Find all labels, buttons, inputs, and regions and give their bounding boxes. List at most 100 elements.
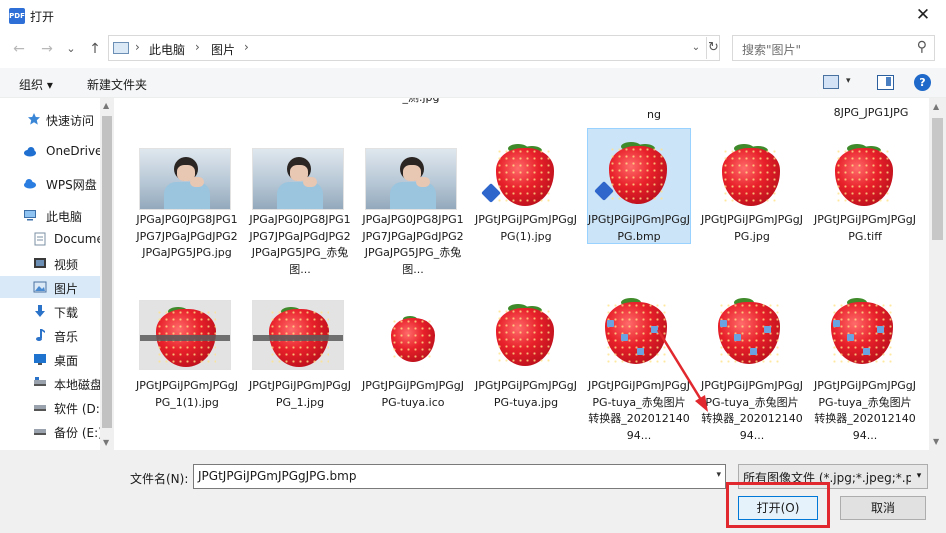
file-name: JPGtJPGiJPGmJPGgJPG-tuya_赤兔图片转换器_2020121… (588, 379, 690, 442)
filename-history-chevron-icon[interactable]: ▾ (716, 470, 721, 480)
strawberry-thumbnail (817, 138, 909, 210)
documents-icon (34, 232, 46, 246)
file-name: JPGtJPGiJPGmJPGgJPG(1).jpg (475, 213, 577, 243)
desktop-icon (34, 354, 46, 365)
command-toolbar: 组织 ▾ 新建文件夹 ▾ ? (0, 68, 946, 98)
video-icon (34, 258, 46, 268)
sidebar-item-label: 图片 (54, 282, 79, 296)
sidebar-item-label: WPS网盘 (46, 178, 97, 192)
address-bar[interactable]: › 此电脑 › 图片 › ⌄ ↻ (108, 35, 720, 61)
file-name: 8JPG_JPG1JPG (833, 106, 909, 119)
sidebar-item-label: 备份 (E:) (54, 426, 103, 440)
new-folder-button[interactable]: 新建文件夹 (87, 76, 147, 93)
navigation-pane: 快速访问 OneDrive WPS网盘 此电脑 Docume 视频 图片 下载 … (0, 98, 114, 450)
cloud-icon (24, 147, 36, 157)
breadcrumb-separator-icon: › (135, 40, 140, 54)
preview-pane-icon[interactable] (877, 75, 894, 90)
file-name: JPGtJPGiJPGmJPGgJPG_1(1).jpg (136, 379, 238, 409)
up-arrow-icon[interactable]: ↑ (84, 38, 106, 60)
strawberry-thumbnail (385, 314, 441, 366)
sidebar-item-local-disk[interactable]: 本地磁盘 (0, 372, 102, 394)
forward-arrow-icon[interactable]: → (36, 38, 58, 60)
strawberry-thumbnail (478, 300, 570, 370)
drive-icon (34, 405, 46, 411)
search-box[interactable]: 搜索"图片" ⚲ (732, 35, 935, 61)
strawberry-thumbnail (478, 138, 570, 210)
strawberry-thumbnail (704, 138, 796, 210)
sidebar-item-label: 视频 (54, 258, 79, 272)
file-name: JPGtJPGiJPGmJPGgJPG-tuya_赤兔图片转换器_2020121… (701, 379, 803, 442)
sidebar-item-drive-e[interactable]: 备份 (E:) (0, 420, 103, 442)
search-placeholder: 搜索"图片" (742, 43, 802, 57)
breadcrumb-this-pc[interactable]: 此电脑 (149, 41, 185, 58)
sidebar-item-label: 软件 (D: (54, 402, 100, 416)
computer-icon (24, 210, 36, 221)
sidebar-item-downloads[interactable]: 下载 (0, 300, 100, 322)
photo-thumbnail (139, 148, 231, 210)
file-name: JPGaJPG0JPG8JPG1JPG7JPGaJPGdJPG2JPGaJPG5… (362, 213, 464, 276)
sidebar-item-this-pc[interactable]: 此电脑 (0, 204, 100, 226)
sidebar-item-label: 快速访问 (46, 114, 95, 128)
file-name: JPGtJPGiJPGmJPGgJPG-tuya_赤兔图片转换器_2020121… (814, 379, 916, 442)
sidebar-item-documents[interactable]: Docume (0, 228, 104, 250)
cancel-button[interactable]: 取消 (840, 496, 926, 520)
sidebar-item-quick-access[interactable]: 快速访问 (0, 108, 100, 130)
sidebar-item-label: 桌面 (54, 354, 79, 368)
download-icon (35, 305, 45, 317)
sidebar-scroll-thumb[interactable] (102, 116, 112, 428)
annotation-highlight-box (726, 482, 830, 528)
recent-locations-chevron-icon[interactable]: ⌄ (60, 38, 82, 60)
sidebar-item-desktop[interactable]: 桌面 (0, 348, 100, 370)
drive-icon (34, 429, 46, 435)
close-icon[interactable]: ✕ (900, 0, 946, 32)
file-name: JPGtJPGiJPGmJPGgJPG.jpg (701, 213, 803, 243)
scroll-down-icon[interactable]: ▼ (933, 437, 939, 446)
sidebar-item-drive-d[interactable]: 软件 (D: (0, 396, 100, 418)
filename-value: JPGtJPGiJPGmJPGgJPG.bmp (198, 469, 357, 483)
sidebar-item-label: Docume (54, 232, 104, 246)
sidebar-item-label: OneDrive (46, 144, 103, 158)
drive-icon (34, 377, 46, 386)
help-icon[interactable]: ? (914, 74, 931, 91)
change-view-icon[interactable] (823, 75, 839, 89)
view-options-dropdown-icon[interactable]: ▾ (846, 76, 851, 86)
file-list-scrollbar[interactable]: ▲ ▼ (929, 98, 946, 450)
refresh-icon[interactable]: ↻ (706, 37, 720, 59)
strawberry-thumbnail (591, 292, 683, 372)
music-icon (36, 329, 45, 341)
sidebar-item-pictures[interactable]: 图片 (0, 276, 100, 298)
filename-input[interactable]: JPGtJPGiJPGmJPGgJPG.bmp ▾ (193, 464, 726, 489)
address-row: ← → ⌄ ↑ › 此电脑 › 图片 › ⌄ ↻ 搜索"图片" ⚲ (0, 35, 946, 63)
file-list-scroll-thumb[interactable] (932, 118, 943, 240)
scroll-up-icon[interactable]: ▲ (103, 101, 109, 110)
sidebar-item-wps-cloud[interactable]: WPS网盘 (0, 172, 100, 194)
file-name: ng (647, 108, 661, 121)
window-title: 打开 (30, 10, 55, 24)
strawberry-thumbnail (139, 300, 231, 370)
sidebar-item-label: 音乐 (54, 330, 79, 344)
sidebar-item-videos[interactable]: 视频 (0, 252, 100, 274)
pdf-app-icon: PDF (9, 8, 25, 24)
address-dropdown-chevron-icon[interactable]: ⌄ (688, 42, 704, 53)
file-name: JPGtJPGiJPGmJPGgJPG.tiff (814, 213, 916, 243)
breadcrumb-pictures[interactable]: 图片 (211, 41, 235, 58)
sidebar-scrollbar[interactable]: ▲ ▼ (100, 98, 114, 450)
star-icon (28, 113, 40, 125)
filter-chevron-icon[interactable]: ▾ (911, 465, 927, 488)
file-name: _测.jpg (369, 98, 473, 107)
file-list-view: _测.jpg ng 8JPG_JPG1JPG JPGaJPG0JPG8JPG1J… (114, 98, 946, 450)
file-name: JPGtJPGiJPGmJPGgJPG.bmp (588, 213, 690, 243)
organize-menu[interactable]: 组织 ▾ (19, 76, 53, 93)
scroll-down-icon[interactable]: ▼ (103, 438, 109, 447)
strawberry-thumbnail (252, 300, 344, 370)
filename-label: 文件名(N): (130, 472, 189, 486)
file-name: JPGtJPGiJPGmJPGgJPG-tuya.ico (362, 379, 464, 409)
photo-thumbnail (365, 148, 457, 210)
sidebar-item-music[interactable]: 音乐 (0, 324, 100, 346)
scroll-up-icon[interactable]: ▲ (933, 102, 939, 111)
pictures-icon (33, 281, 47, 293)
strawberry-thumbnail (817, 292, 909, 372)
back-arrow-icon[interactable]: ← (8, 38, 30, 60)
sidebar-item-onedrive[interactable]: OneDrive (0, 140, 103, 162)
sidebar-item-label: 此电脑 (46, 210, 83, 224)
